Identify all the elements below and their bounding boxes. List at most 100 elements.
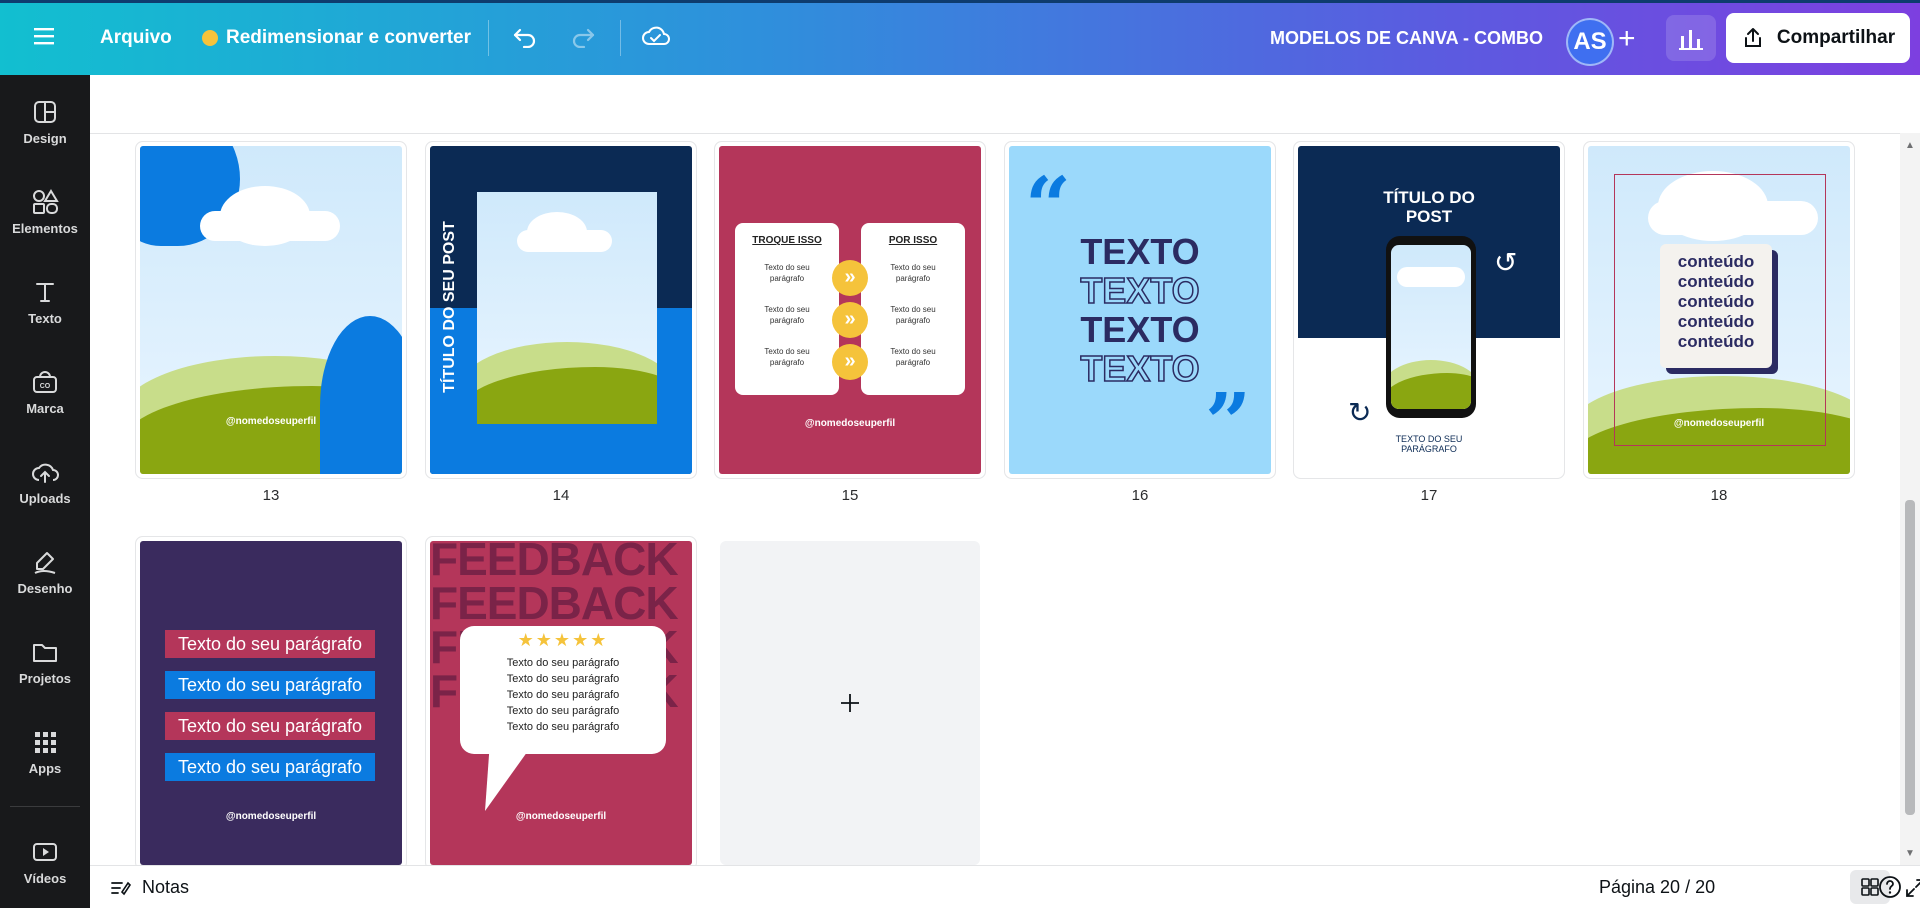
paragraph-line: TEXTO DO SEU bbox=[1395, 434, 1463, 444]
feedback-line: Texto do seu parágrafo bbox=[506, 673, 620, 685]
feedback-line: Texto do seu parágrafo bbox=[506, 657, 620, 669]
canvas-top-divider bbox=[90, 133, 1920, 134]
sidebar-item-apps[interactable]: Apps bbox=[0, 729, 90, 776]
scroll-down-icon[interactable]: ▼ bbox=[1904, 848, 1916, 859]
cloud-saved-icon[interactable] bbox=[642, 24, 670, 48]
card-text: Texto do seu parágrafo bbox=[890, 305, 936, 325]
page-thumbnail-13[interactable]: @nomedoseuperfil bbox=[140, 146, 402, 474]
paragraph-bar: Texto do seu parágrafo bbox=[165, 630, 375, 658]
card-text: Texto do seu parágrafo bbox=[890, 263, 936, 283]
sidebar-item-elements[interactable]: Elementos bbox=[0, 189, 90, 236]
add-collaborator-icon[interactable]: + bbox=[1618, 22, 1636, 56]
bar-chart-icon bbox=[1679, 30, 1703, 50]
close-quote-icon: ” bbox=[1205, 375, 1252, 469]
card-text: Texto do seu parágrafo bbox=[764, 347, 810, 367]
card-text: Texto do seu parágrafo bbox=[764, 263, 810, 283]
share-button[interactable]: Compartilhar bbox=[1726, 13, 1910, 63]
frame-border bbox=[1614, 174, 1826, 446]
big-text: TEXTO bbox=[1080, 231, 1200, 272]
feedback-line: Texto do seu parágrafo bbox=[506, 705, 620, 717]
notes-icon bbox=[111, 881, 132, 895]
help-icon[interactable] bbox=[1878, 875, 1902, 904]
hamburger-menu-icon[interactable] bbox=[34, 26, 56, 46]
paragraph-bar: Texto do seu parágrafo bbox=[165, 671, 375, 699]
toolbar-separator bbox=[620, 20, 621, 56]
card-text: Texto do seu parágrafo bbox=[890, 347, 936, 367]
page-number: 14 bbox=[552, 487, 570, 504]
chevron-right-icon: » bbox=[832, 260, 868, 296]
page-thumbnail-19[interactable]: Texto do seu parágrafo Texto do seu pará… bbox=[140, 541, 402, 865]
sidebar-item-uploads[interactable]: Uploads bbox=[0, 459, 90, 506]
redo-icon[interactable] bbox=[570, 26, 596, 48]
page-number: 15 bbox=[841, 487, 859, 504]
phone-mockup bbox=[1386, 236, 1476, 418]
page-thumbnail-14[interactable]: TÍTULO DO SEU POST bbox=[430, 146, 692, 474]
sidebar-item-label: Design bbox=[23, 131, 67, 146]
sidebar-item-brand[interactable]: CO Marca bbox=[0, 369, 90, 416]
sidebar-item-design[interactable]: Design bbox=[0, 99, 90, 146]
card-text: Texto do seu parágrafo bbox=[764, 305, 810, 325]
page-thumbnail-20[interactable]: FEEDBACK FEEDBACK FEEDBACK FEEDBACK ★★★★… bbox=[430, 541, 692, 865]
sidebar-item-videos[interactable]: Vídeos bbox=[0, 839, 90, 886]
undo-icon[interactable] bbox=[512, 26, 538, 48]
file-menu-button[interactable]: Arquivo bbox=[100, 27, 172, 49]
avatar[interactable]: AS bbox=[1566, 18, 1614, 66]
phone-screen bbox=[1391, 245, 1471, 409]
page-thumbnail-16[interactable]: “ TEXTO TEXTO TEXTO TEXTO ” bbox=[1009, 146, 1271, 474]
vertical-title: TÍTULO DO SEU POST bbox=[441, 221, 458, 393]
scroll-up-icon[interactable]: ▲ bbox=[1904, 140, 1916, 151]
page-number: 13 bbox=[262, 487, 280, 504]
sidebar-item-label: Texto bbox=[28, 311, 62, 326]
page-number: 17 bbox=[1420, 487, 1438, 504]
sidebar-item-label: Projetos bbox=[18, 671, 71, 686]
sidebar-item-text[interactable]: Texto bbox=[0, 279, 90, 326]
curved-arrow-icon: ↻ bbox=[1348, 397, 1372, 428]
elements-icon bbox=[33, 189, 59, 214]
feedback-line: Texto do seu parágrafo bbox=[506, 721, 620, 733]
paragraph-bar: Texto do seu parágrafo bbox=[165, 753, 375, 781]
page-thumbnail-18[interactable]: conteúdo conteúdo conteúdo conteúdo cont… bbox=[1588, 146, 1850, 474]
big-text: TEXTO bbox=[1080, 309, 1200, 350]
page-indicator[interactable]: Página 20 / 20 bbox=[1599, 877, 1715, 898]
design-icon bbox=[34, 101, 56, 123]
left-card: TROQUE ISSO Texto do seu parágrafo Texto… bbox=[735, 223, 839, 395]
cloud-shape bbox=[517, 230, 612, 252]
sidebar-item-label: Elementos bbox=[12, 221, 78, 236]
left-sidebar: Design Elementos Texto CO Marca Uploads … bbox=[0, 75, 90, 908]
chevron-right-icon: » bbox=[832, 344, 868, 380]
page-thumbnail-15[interactable]: TROQUE ISSO Texto do seu parágrafo Texto… bbox=[719, 146, 981, 474]
resize-button[interactable]: Redimensionar e converter bbox=[202, 27, 471, 49]
left-card-title: TROQUE ISSO bbox=[752, 235, 822, 246]
sidebar-item-label: Vídeos bbox=[23, 871, 67, 886]
sidebar-item-label: Apps bbox=[28, 761, 62, 776]
feedback-line: Texto do seu parágrafo bbox=[506, 689, 620, 701]
scrollbar-thumb[interactable] bbox=[1905, 500, 1915, 815]
profile-handle: @nomedoseuperfil bbox=[225, 416, 317, 427]
sidebar-item-projects[interactable]: Projetos bbox=[0, 639, 90, 686]
notes-label: Notas bbox=[142, 877, 190, 897]
share-icon bbox=[1744, 28, 1761, 47]
right-card: POR ISSO Texto do seu parágrafo Texto do… bbox=[861, 223, 965, 395]
brand-icon: CO bbox=[33, 371, 57, 393]
fullscreen-icon[interactable] bbox=[1904, 877, 1920, 899]
sidebar-item-draw[interactable]: Desenho bbox=[0, 549, 90, 596]
add-page-button[interactable] bbox=[720, 541, 980, 865]
project-title[interactable]: MODELOS DE CANVA - COMBO bbox=[1270, 28, 1543, 49]
right-card-title: POR ISSO bbox=[888, 235, 938, 246]
toolbar-separator bbox=[488, 20, 489, 56]
curved-arrow-icon: ↺ bbox=[1494, 247, 1518, 278]
notes-button[interactable]: Notas bbox=[110, 877, 189, 898]
feedback-background-word: FEEDBACK bbox=[430, 577, 679, 629]
share-label: Compartilhar bbox=[1776, 27, 1896, 48]
text-icon bbox=[36, 283, 54, 302]
paragraph-line: PARÁGRAFO bbox=[1401, 444, 1457, 454]
stats-button[interactable] bbox=[1666, 15, 1716, 61]
page-number: 18 bbox=[1710, 487, 1728, 504]
speech-bubble: ★★★★★ Texto do seu parágrafo Texto do se… bbox=[460, 626, 666, 754]
paragraph-bar: Texto do seu parágrafo bbox=[165, 712, 375, 740]
page-thumbnail-17[interactable]: TÍTULO DO POST ↺ ↻ TEXTO DO SEU PARÁGRAF… bbox=[1298, 146, 1560, 474]
profile-handle: @nomedoseuperfil bbox=[804, 418, 896, 429]
sidebar-divider bbox=[10, 806, 80, 807]
profile-handle: @nomedoseuperfil bbox=[1673, 418, 1765, 429]
video-icon bbox=[33, 843, 57, 861]
